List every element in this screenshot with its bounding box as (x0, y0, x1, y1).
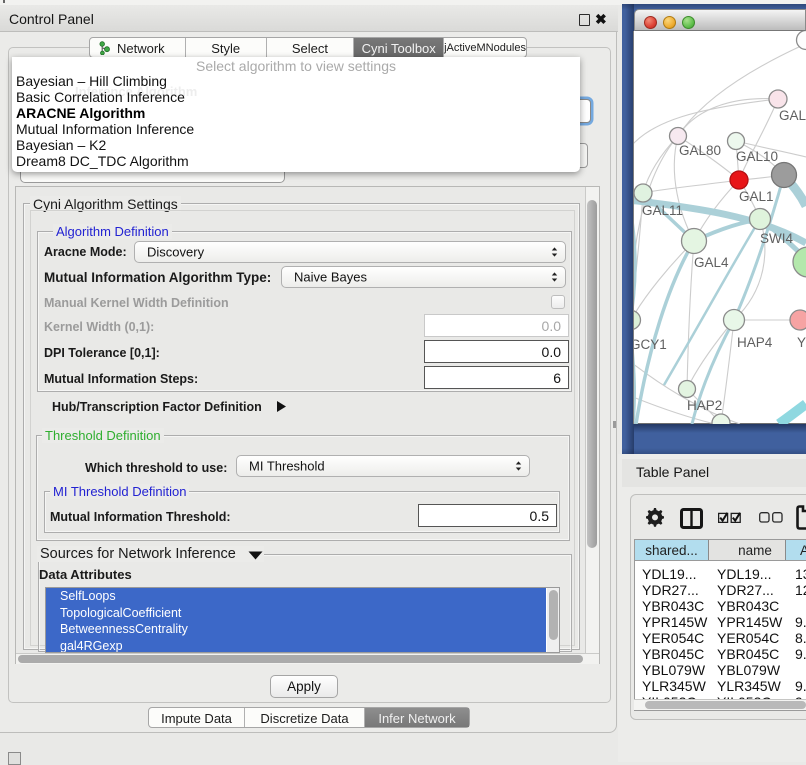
svg-text:GAL11: GAL11 (642, 203, 683, 218)
svg-text:HAP4: HAP4 (737, 335, 773, 350)
svg-text:GAL10: GAL10 (736, 149, 778, 164)
svg-text:HAP2: HAP2 (687, 398, 722, 413)
svg-text:GCY1: GCY1 (634, 337, 667, 352)
svg-text:Y: Y (797, 335, 806, 350)
svg-text:GAL4: GAL4 (694, 255, 729, 270)
svg-text:SWI4: SWI4 (760, 231, 793, 246)
svg-text:GAL80: GAL80 (679, 143, 721, 158)
svg-text:GAL: GAL (779, 108, 806, 123)
svg-text:GAL1: GAL1 (739, 189, 774, 204)
